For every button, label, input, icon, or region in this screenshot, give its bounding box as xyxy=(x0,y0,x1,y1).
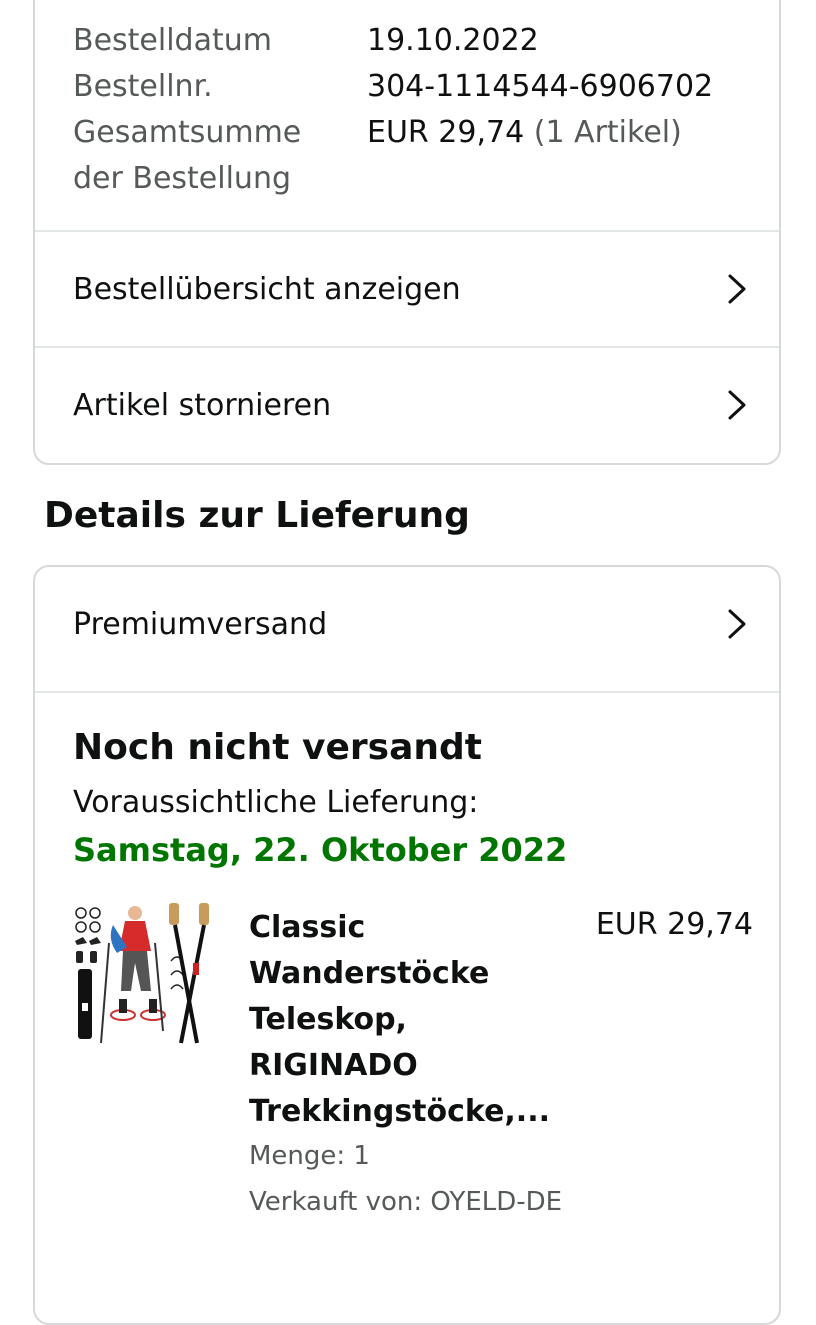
trekking-poles-product-image[interactable] xyxy=(73,903,223,1053)
order-number-label: Bestellnr. xyxy=(73,69,213,104)
divider xyxy=(35,691,779,693)
chevron-right-icon xyxy=(728,390,746,420)
estimated-delivery-label: Voraussichtliche Lieferung: xyxy=(73,785,479,820)
order-total-label-line1: Gesamtsumme xyxy=(73,115,302,150)
delivery-details-card: Premiumversand Noch nicht versandt Vorau… xyxy=(33,565,781,1325)
view-order-summary-link[interactable]: Bestellübersicht anzeigen xyxy=(35,232,779,346)
cancel-items-link[interactable]: Artikel stornieren xyxy=(35,348,779,462)
order-number-value: 304-1114544-6906702 xyxy=(367,69,714,104)
estimated-delivery-date: Samstag, 22. Oktober 2022 xyxy=(73,831,568,869)
order-date-value: 19.10.2022 xyxy=(367,23,539,58)
shipping-method-label: Premiumversand xyxy=(73,606,328,642)
order-total-amount: EUR 29,74 xyxy=(367,115,525,150)
order-total-label: Gesamtsumme der Bestellung xyxy=(73,110,363,202)
shipping-method-link[interactable]: Premiumversand xyxy=(35,567,779,681)
order-total-label-line2: der Bestellung xyxy=(73,161,291,196)
product-seller: Verkauft von: OYELD-DE xyxy=(249,1187,563,1217)
product-quantity: Menge: 1 xyxy=(249,1141,370,1171)
order-total-value: EUR 29,74 (1 Artikel) xyxy=(367,110,767,156)
shipment-status: Noch nicht versandt xyxy=(73,727,483,768)
cancel-items-label: Artikel stornieren xyxy=(73,387,332,423)
product-title[interactable]: Classic Wanderstöcke Teleskop, RIGINADO … xyxy=(249,905,550,1135)
order-date-label: Bestelldatum xyxy=(73,23,272,58)
view-order-summary-label: Bestellübersicht anzeigen xyxy=(73,271,461,307)
order-summary-card: Bestelldatum 19.10.2022 Bestellnr. 304-1… xyxy=(33,0,781,465)
order-total-item-count: (1 Artikel) xyxy=(533,115,682,150)
delivery-details-heading: Details zur Lieferung xyxy=(44,495,470,536)
product-price: EUR 29,74 xyxy=(595,907,753,942)
chevron-right-icon xyxy=(728,274,746,304)
chevron-right-icon xyxy=(728,609,746,639)
